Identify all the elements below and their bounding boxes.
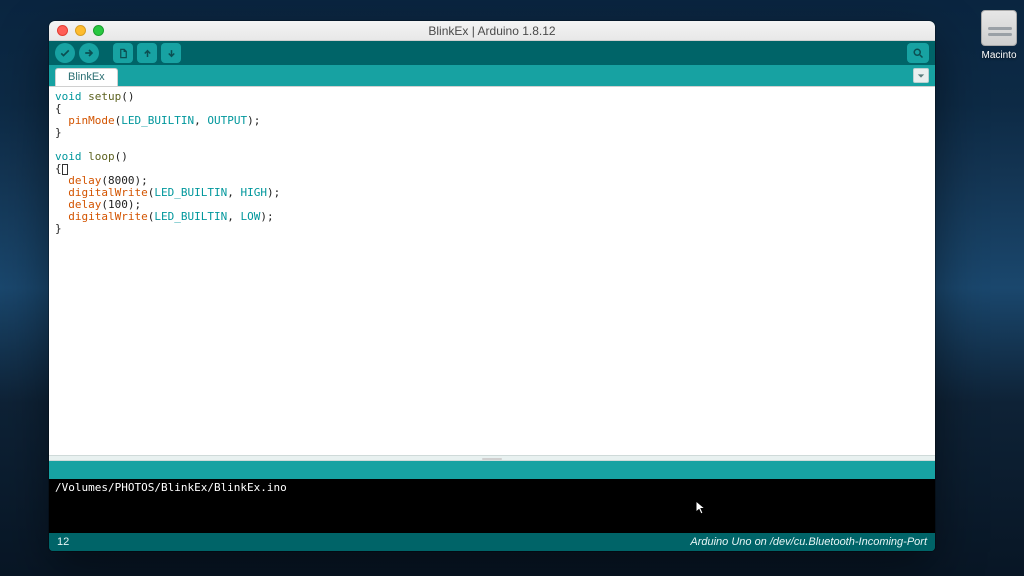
save-sketch-button[interactable] — [161, 43, 181, 63]
mouse-cursor — [695, 500, 707, 516]
verify-button[interactable] — [55, 43, 75, 63]
desktop: Macinto BlinkEx | Arduino 1.8.12 — [0, 0, 1024, 576]
window-title: BlinkEx | Arduino 1.8.12 — [49, 24, 935, 38]
status-strip — [49, 461, 935, 479]
new-sketch-button[interactable] — [113, 43, 133, 63]
desktop-drive-icon[interactable]: Macinto — [974, 10, 1024, 61]
board-port-label: Arduino Uno on /dev/cu.Bluetooth-Incomin… — [690, 536, 927, 548]
tab-bar: BlinkEx — [49, 65, 935, 86]
console-line: /Volumes/PHOTOS/BlinkEx/BlinkEx.ino — [55, 481, 287, 494]
arrow-down-icon — [166, 48, 177, 59]
check-icon — [59, 47, 71, 59]
pane-divider[interactable] — [49, 455, 935, 461]
tab-blinkex[interactable]: BlinkEx — [55, 68, 118, 86]
console[interactable]: /Volumes/PHOTOS/BlinkEx/BlinkEx.ino — [49, 479, 935, 533]
magnifier-icon — [912, 47, 924, 59]
window-controls — [49, 25, 104, 36]
chevron-down-icon — [917, 72, 925, 80]
arrow-right-icon — [83, 47, 95, 59]
tab-menu-button[interactable] — [913, 68, 929, 83]
footer: 12 Arduino Uno on /dev/cu.Bluetooth-Inco… — [49, 533, 935, 551]
open-sketch-button[interactable] — [137, 43, 157, 63]
upload-button[interactable] — [79, 43, 99, 63]
serial-monitor-button[interactable] — [907, 43, 929, 63]
desktop-drive-label: Macinto — [974, 50, 1024, 61]
hdd-icon — [981, 10, 1017, 46]
code-editor[interactable]: void setup() { pinMode(LED_BUILTIN, OUTP… — [49, 86, 935, 455]
close-button[interactable] — [57, 25, 68, 36]
titlebar[interactable]: BlinkEx | Arduino 1.8.12 — [49, 21, 935, 41]
zoom-button[interactable] — [93, 25, 104, 36]
file-icon — [118, 48, 129, 59]
minimize-button[interactable] — [75, 25, 86, 36]
toolbar — [49, 41, 935, 65]
code-text[interactable]: void setup() { pinMode(LED_BUILTIN, OUTP… — [49, 87, 935, 239]
line-number: 12 — [57, 536, 69, 548]
arrow-up-icon — [142, 48, 153, 59]
arduino-window: BlinkEx | Arduino 1.8.12 — [49, 21, 935, 551]
